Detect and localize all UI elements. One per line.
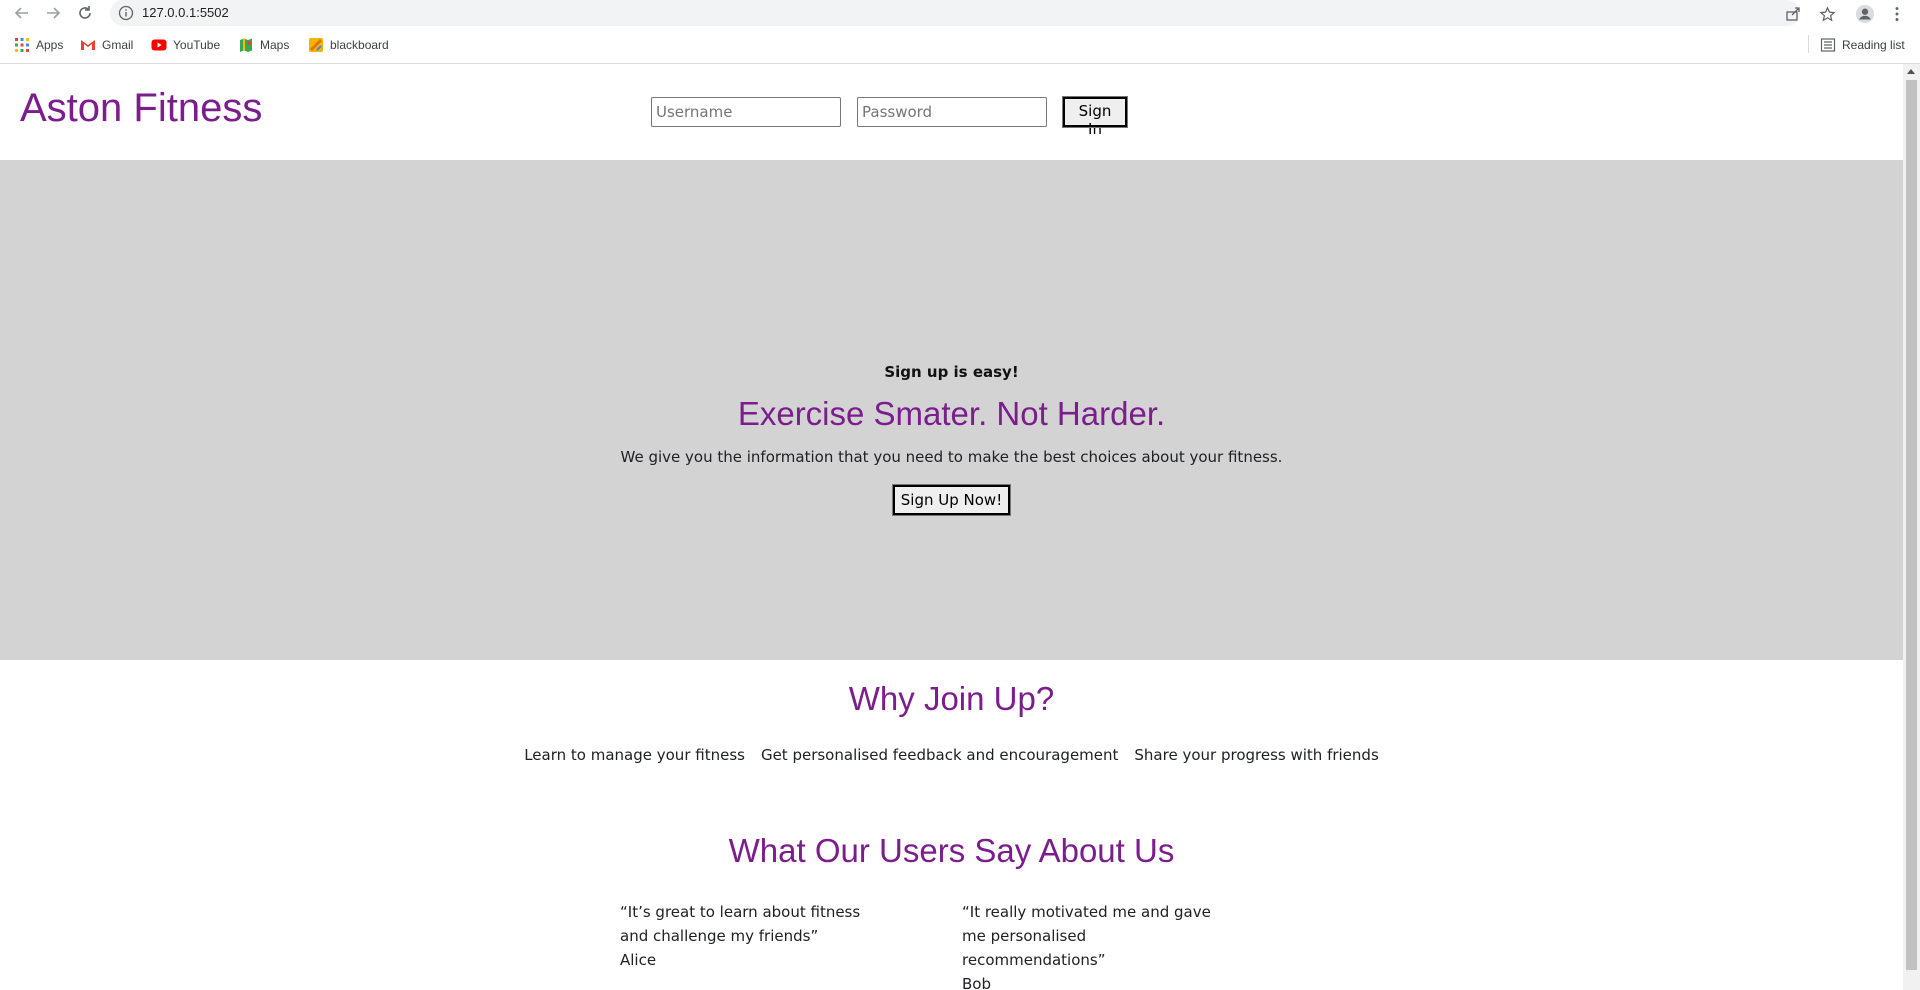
bookmark-label: Gmail [102, 38, 134, 52]
reading-list-icon [1820, 38, 1836, 52]
sign-up-button[interactable]: Sign Up Now! [891, 484, 1012, 516]
benefit-item: Get personalised feedback and encouragem… [760, 746, 1119, 764]
bookmark-apps[interactable]: Apps [14, 35, 63, 55]
browser-toolbar: 127.0.0.1:5502 [0, 0, 1920, 26]
bookmarks-bar: Apps Gmail YouTube Maps blackboard Readi… [0, 33, 1920, 57]
apps-grid-icon [15, 38, 29, 52]
address-bar[interactable]: 127.0.0.1:5502 [110, 0, 1800, 26]
back-arrow-icon [14, 7, 28, 19]
why-join-heading: Why Join Up? [848, 680, 1055, 717]
testimonials-heading: What Our Users Say About Us [728, 832, 1175, 869]
bookmark-blackboard[interactable]: blackboard [308, 35, 389, 55]
hero-title: Exercise Smater. Not Harder. [737, 395, 1166, 432]
bookmark-label: blackboard [330, 38, 389, 52]
testimonial-author: Bob [962, 975, 991, 990]
testimonial-quote: “It’s great to learn about fitness and c… [620, 903, 861, 945]
sign-in-button[interactable]: Sign In [1062, 96, 1128, 138]
site-info-icon[interactable] [118, 5, 134, 21]
bookmark-separator [1808, 35, 1809, 53]
scrollbar-thumb[interactable] [1906, 80, 1917, 970]
forward-button[interactable] [43, 3, 63, 23]
youtube-icon [151, 39, 167, 51]
page-scrollbar[interactable] [1903, 64, 1920, 990]
bookmark-youtube[interactable]: YouTube [151, 35, 220, 55]
maps-icon [240, 38, 252, 52]
login-form: Sign In [651, 96, 1128, 138]
forward-arrow-icon [47, 7, 61, 19]
username-input[interactable] [651, 97, 841, 127]
hero-cta: Sign Up Now! [0, 484, 1903, 516]
bookmark-star-button[interactable] [1816, 3, 1838, 25]
benefit-item: Learn to manage your fitness [524, 746, 745, 764]
blackboard-icon [309, 38, 323, 52]
testimonial-card: “It really motivated me and gave me pers… [962, 900, 1232, 990]
hero-description: We give you the information that you nee… [620, 448, 1283, 466]
bookmark-label: YouTube [173, 38, 221, 52]
gmail-icon [81, 40, 95, 50]
site-logo[interactable]: Aston Fitness [20, 86, 262, 131]
back-button[interactable] [12, 3, 32, 23]
testimonial-author: Alice [620, 951, 657, 969]
url-text: 127.0.0.1:5502 [142, 5, 229, 20]
profile-button[interactable] [1854, 3, 1876, 25]
reading-list-button[interactable]: Reading list [1820, 35, 1905, 55]
bookmark-gmail[interactable]: Gmail [80, 35, 133, 55]
menu-button[interactable] [1886, 3, 1908, 25]
hero-section: Sign up is easy! Exercise Smater. Not Ha… [0, 160, 1903, 660]
reading-list-label: Reading list [1842, 38, 1905, 52]
testimonial-quote: “It really motivated me and gave me pers… [962, 903, 1211, 969]
scroll-up-arrow-icon[interactable] [1907, 69, 1915, 74]
bookmark-label: Maps [260, 38, 290, 52]
password-input[interactable] [857, 97, 1047, 127]
benefits-list: Learn to manage your fitness Get persona… [0, 746, 1903, 764]
page-viewport: Aston Fitness Sign In Sign up is easy! E… [0, 64, 1903, 990]
testimonial-card: “It’s great to learn about fitness and c… [620, 900, 890, 972]
reload-button[interactable] [75, 3, 95, 23]
bookmark-label: Apps [36, 38, 64, 52]
bookmark-maps[interactable]: Maps [238, 35, 289, 55]
kebab-menu-icon [1895, 7, 1899, 21]
avatar-icon [1855, 4, 1875, 24]
share-icon[interactable] [1784, 5, 1802, 23]
reload-icon [79, 6, 91, 19]
star-icon [1818, 5, 1836, 21]
hero-kicker: Sign up is easy! [884, 363, 1019, 381]
benefit-item: Share your progress with friends [1134, 746, 1379, 764]
